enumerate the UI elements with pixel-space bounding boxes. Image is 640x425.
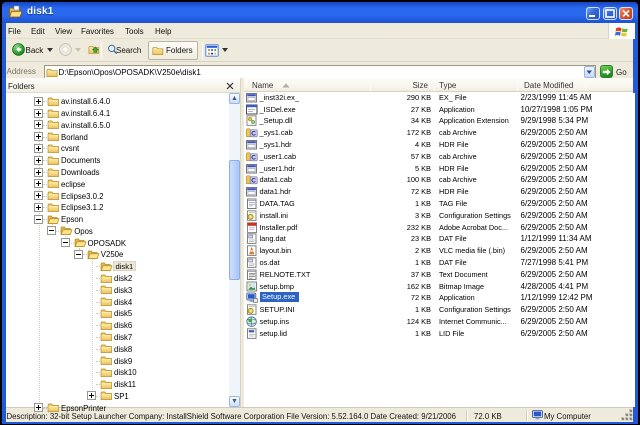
svg-text:C: C	[251, 154, 256, 161]
svg-text:C: C	[251, 131, 256, 138]
svg-text:C: C	[251, 178, 256, 185]
